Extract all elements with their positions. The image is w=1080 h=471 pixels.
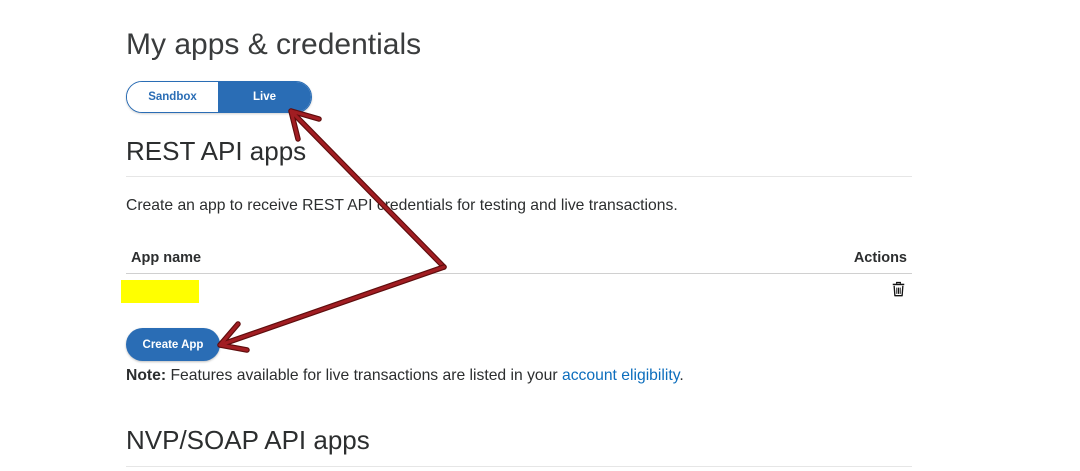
section-divider [126, 466, 912, 467]
toggle-option-sandbox[interactable]: Sandbox [127, 82, 218, 112]
note-suffix: . [679, 367, 684, 384]
column-header-app-name: App name [131, 250, 202, 266]
rest-api-apps-heading: REST API apps [126, 136, 307, 166]
create-app-button[interactable]: Create App [126, 328, 220, 361]
trash-icon[interactable] [892, 281, 905, 297]
note-line: Note: Features available for live transa… [126, 366, 684, 386]
main-content: My apps & credentials Sandbox Live REST … [121, 0, 912, 471]
nvp-soap-apps-heading: NVP/SOAP API apps [126, 425, 370, 455]
delete-app-button[interactable] [892, 281, 905, 297]
page-title: My apps & credentials [126, 28, 422, 61]
rest-api-description: Create an app to receive REST API creden… [126, 197, 678, 214]
environment-toggle: Sandbox Live [126, 81, 312, 113]
note-text: Features available for live transactions… [170, 367, 558, 384]
toggle-option-live[interactable]: Live [218, 82, 311, 112]
column-header-actions: Actions [853, 250, 907, 266]
section-divider [126, 176, 912, 177]
note-label: Note: [126, 367, 167, 384]
account-eligibility-link[interactable]: account eligibility [562, 367, 679, 384]
table-header-divider [126, 273, 912, 274]
redacted-app-name-link[interactable] [121, 280, 199, 303]
